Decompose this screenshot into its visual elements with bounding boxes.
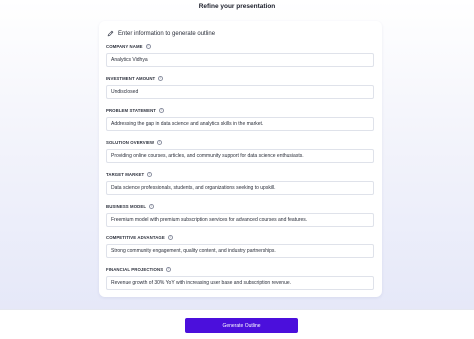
field-solution-overview: SOLUTION OVERVIEW i Providing online cou… — [106, 139, 374, 163]
investment-amount-input[interactable]: Undisclosed — [106, 85, 374, 99]
field-label: SOLUTION OVERVIEW — [106, 140, 155, 145]
financial-projections-input[interactable]: Revenue growth of 30% YoY with increasin… — [106, 276, 374, 290]
field-financial-projections: FINANCIAL PROJECTIONS i Revenue growth o… — [106, 266, 374, 290]
info-icon[interactable]: i — [149, 204, 155, 209]
company-name-input[interactable]: Analytics Vidhya — [106, 53, 374, 67]
solution-overview-input[interactable]: Providing online courses, articles, and … — [106, 149, 374, 163]
field-competitive-advantage: COMPETITIVE ADVANTAGE i Strong community… — [106, 234, 374, 258]
card-header-text: Enter information to generate outline — [118, 30, 216, 37]
info-icon[interactable]: i — [159, 108, 164, 113]
field-label: PROBLEM STATEMENT — [106, 108, 156, 113]
field-label: BUSINESS MODEL — [106, 204, 147, 209]
problem-statement-input[interactable]: Addressing the gap in data science and a… — [106, 117, 374, 131]
field-label: COMPANY NAME — [106, 44, 143, 49]
info-icon[interactable]: i — [166, 267, 172, 272]
field-investment-amount: INVESTMENT AMOUNT i Undisclosed — [106, 75, 374, 99]
info-icon[interactable]: i — [158, 76, 164, 81]
target-market-input[interactable]: Data science professionals, students, an… — [106, 181, 374, 195]
business-model-input[interactable]: Freemium model with premium subscription… — [106, 213, 374, 227]
generate-outline-button[interactable]: Generate Outline — [185, 318, 298, 333]
card-header: Enter information to generate outline — [107, 29, 215, 38]
info-icon[interactable]: i — [157, 140, 163, 145]
field-company-name: COMPANY NAME i Analytics Vidhya — [106, 43, 374, 67]
field-label: FINANCIAL PROJECTIONS — [106, 267, 164, 272]
info-icon[interactable]: i — [147, 172, 153, 177]
footer-bar: Generate Outline — [0, 309, 474, 339]
info-icon[interactable]: i — [145, 44, 151, 49]
field-target-market: TARGET MARKET i Data science professiona… — [106, 171, 374, 195]
competitive-advantage-input[interactable]: Strong community engagement, quality con… — [106, 244, 374, 258]
field-problem-statement: PROBLEM STATEMENT i Addressing the gap i… — [106, 107, 374, 131]
pencil-icon — [107, 30, 114, 37]
field-business-model: BUSINESS MODEL i Freemium model with pre… — [106, 203, 374, 227]
page-title: Refine your presentation — [198, 3, 276, 10]
info-icon[interactable]: i — [167, 235, 173, 240]
field-label: COMPETITIVE ADVANTAGE — [106, 235, 165, 240]
field-label: TARGET MARKET — [106, 172, 145, 177]
outline-form-card: Enter information to generate outline CO… — [99, 21, 382, 297]
field-label: INVESTMENT AMOUNT — [106, 76, 156, 81]
